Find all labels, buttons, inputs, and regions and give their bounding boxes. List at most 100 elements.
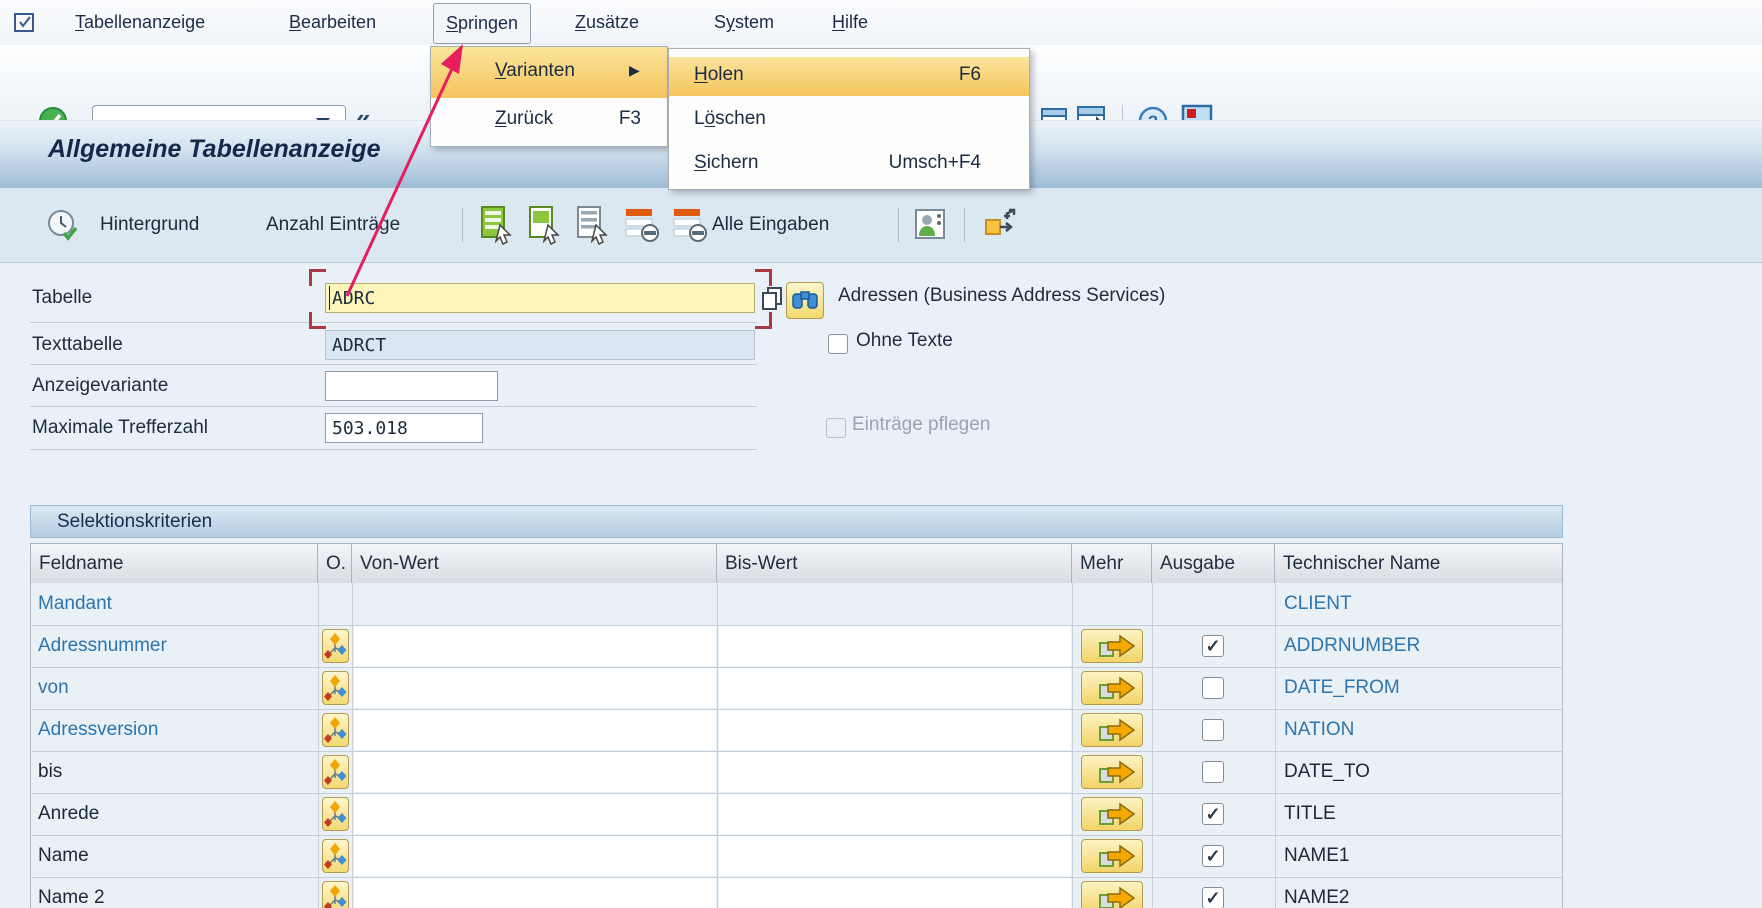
menu-bearbeiten[interactable]: Bearbeiten bbox=[289, 0, 376, 45]
multiple-selection-button[interactable] bbox=[1081, 629, 1143, 663]
select-all-icon[interactable] bbox=[480, 205, 518, 245]
bis-wert-input[interactable] bbox=[719, 878, 1071, 908]
multiple-selection-button[interactable] bbox=[1081, 755, 1143, 789]
fieldname-anrede[interactable]: Anrede bbox=[38, 793, 99, 835]
menu-item-varianten[interactable]: Varianten ▶ bbox=[431, 47, 667, 98]
multiple-selection-button[interactable] bbox=[1081, 881, 1143, 908]
form-separator bbox=[30, 364, 757, 365]
col-ausgabe: Ausgabe bbox=[1152, 543, 1275, 583]
selection-option-button[interactable] bbox=[322, 755, 349, 789]
user-settings-icon[interactable] bbox=[914, 208, 946, 247]
system-menu-icon[interactable] bbox=[13, 11, 37, 40]
tabelle-label: Tabelle bbox=[32, 283, 92, 313]
grid-line bbox=[1562, 583, 1563, 908]
output-checkbox[interactable]: ✓ bbox=[1202, 887, 1224, 908]
fieldname-mandant[interactable]: Mandant bbox=[38, 583, 112, 625]
menu-springen[interactable]: Springen bbox=[433, 3, 531, 44]
shortcut-f6: F6 bbox=[921, 64, 981, 86]
von-wert-input[interactable] bbox=[354, 794, 716, 834]
selection-option-button[interactable] bbox=[322, 839, 349, 873]
fieldname-adressnummer[interactable]: Adressnummer bbox=[38, 625, 167, 667]
anzeigevariante-input[interactable] bbox=[325, 371, 498, 401]
alle-eingaben-button[interactable]: Alle Eingaben bbox=[712, 188, 829, 262]
selection-option-button[interactable] bbox=[322, 671, 349, 705]
grid-line bbox=[318, 583, 319, 908]
menu-hilfe[interactable]: Hilfe bbox=[832, 0, 868, 45]
grid-line bbox=[1072, 583, 1073, 908]
techname-name1: NAME1 bbox=[1284, 835, 1349, 877]
form-separator bbox=[30, 406, 757, 407]
ohne-texte-label: Ohne Texte bbox=[856, 330, 953, 352]
apptoolbar-divider bbox=[964, 208, 965, 242]
menu-system[interactable]: System bbox=[714, 0, 774, 45]
output-checkbox[interactable]: ✓ bbox=[1202, 635, 1224, 657]
grid-line bbox=[30, 583, 31, 908]
output-checkbox[interactable] bbox=[1202, 719, 1224, 741]
execute-icon[interactable] bbox=[46, 209, 80, 248]
von-wert-input[interactable] bbox=[354, 710, 716, 750]
grid-line bbox=[1275, 583, 1276, 908]
output-checkbox[interactable]: ✓ bbox=[1202, 803, 1224, 825]
fieldname-name2[interactable]: Name 2 bbox=[38, 877, 105, 908]
selection-option-button[interactable] bbox=[322, 713, 349, 747]
menu-tabellenanzeige[interactable]: Tabellenanzeige bbox=[75, 0, 205, 45]
select-block-icon[interactable] bbox=[528, 205, 566, 245]
col-von-wert: Von-Wert bbox=[352, 543, 717, 583]
max-trefferzahl-label: Maximale Trefferzahl bbox=[32, 413, 208, 443]
fieldname-adressversion[interactable]: Adressversion bbox=[38, 709, 158, 751]
bis-wert-input[interactable] bbox=[719, 626, 1071, 666]
menu-item-loeschen[interactable]: Löschen bbox=[669, 101, 1029, 139]
multiple-selection-button[interactable] bbox=[1081, 839, 1143, 873]
page-title: Allgemeine Tabellenanzeige bbox=[48, 135, 381, 164]
von-wert-input[interactable] bbox=[354, 626, 716, 666]
bis-wert-input[interactable] bbox=[719, 752, 1071, 792]
ohne-texte-checkbox[interactable] bbox=[828, 334, 848, 354]
group-title: Selektionskriterien bbox=[57, 506, 212, 537]
bis-wert-input[interactable] bbox=[719, 794, 1071, 834]
anzahl-eintraege-button[interactable]: Anzahl Einträge bbox=[266, 188, 400, 262]
von-wert-input[interactable] bbox=[354, 836, 716, 876]
bis-wert-input[interactable] bbox=[719, 668, 1071, 708]
col-feldname: Feldname bbox=[30, 543, 318, 583]
table-description: Adressen (Business Address Services) bbox=[838, 285, 1165, 307]
von-wert-input[interactable] bbox=[354, 878, 716, 908]
choose-fields-icon[interactable] bbox=[982, 208, 1018, 247]
text-caret bbox=[329, 286, 330, 310]
von-wert-input[interactable] bbox=[354, 752, 716, 792]
form-separator bbox=[30, 449, 757, 450]
output-checkbox[interactable] bbox=[1202, 677, 1224, 699]
selection-option-button[interactable] bbox=[322, 629, 349, 663]
output-checkbox[interactable] bbox=[1202, 761, 1224, 783]
shortcut-umsch-f4: Umsch+F4 bbox=[861, 152, 981, 174]
bis-wert-input[interactable] bbox=[719, 710, 1071, 750]
selection-option-button[interactable] bbox=[322, 797, 349, 831]
fieldname-von[interactable]: von bbox=[38, 667, 69, 709]
menu-item-sichern[interactable]: Sichern Umsch+F4 bbox=[669, 145, 1029, 183]
application-toolbar: Hintergrund Anzahl Einträge Alle Eingabe… bbox=[0, 188, 1762, 263]
output-checkbox[interactable]: ✓ bbox=[1202, 845, 1224, 867]
deselect-all-icon[interactable] bbox=[576, 205, 614, 245]
selektionskriterien-header: Selektionskriterien bbox=[30, 505, 1563, 538]
bis-wert-input[interactable] bbox=[719, 836, 1071, 876]
eintraege-pflegen-checkbox bbox=[826, 418, 846, 438]
fieldname-name[interactable]: Name bbox=[38, 835, 89, 877]
menu-zusaetze[interactable]: Zusätze bbox=[575, 0, 639, 45]
delete-selection-icon[interactable] bbox=[624, 205, 662, 245]
techname-name2: NAME2 bbox=[1284, 877, 1349, 908]
max-trefferzahl-input[interactable]: 503.018 bbox=[325, 413, 483, 443]
selection-option-button[interactable] bbox=[322, 881, 349, 908]
menu-item-zurueck[interactable]: Zurück F3 bbox=[431, 98, 667, 144]
value-help-button[interactable] bbox=[786, 282, 824, 319]
multiple-selection-button[interactable] bbox=[1081, 797, 1143, 831]
hintergrund-button[interactable]: Hintergrund bbox=[100, 188, 199, 262]
texttabelle-field: ADRCT bbox=[325, 330, 755, 360]
fieldname-bis[interactable]: bis bbox=[38, 751, 62, 793]
tabelle-input[interactable]: ADRC bbox=[325, 283, 755, 313]
col-bis-wert: Bis-Wert bbox=[717, 543, 1072, 583]
multiple-selection-button[interactable] bbox=[1081, 713, 1143, 747]
menu-item-holen[interactable]: Holen F6 bbox=[669, 57, 1029, 96]
von-wert-input[interactable] bbox=[354, 668, 716, 708]
delete-all-inputs-icon[interactable] bbox=[672, 205, 710, 245]
multiple-selection-button[interactable] bbox=[1081, 671, 1143, 705]
techname-client: CLIENT bbox=[1284, 583, 1352, 625]
